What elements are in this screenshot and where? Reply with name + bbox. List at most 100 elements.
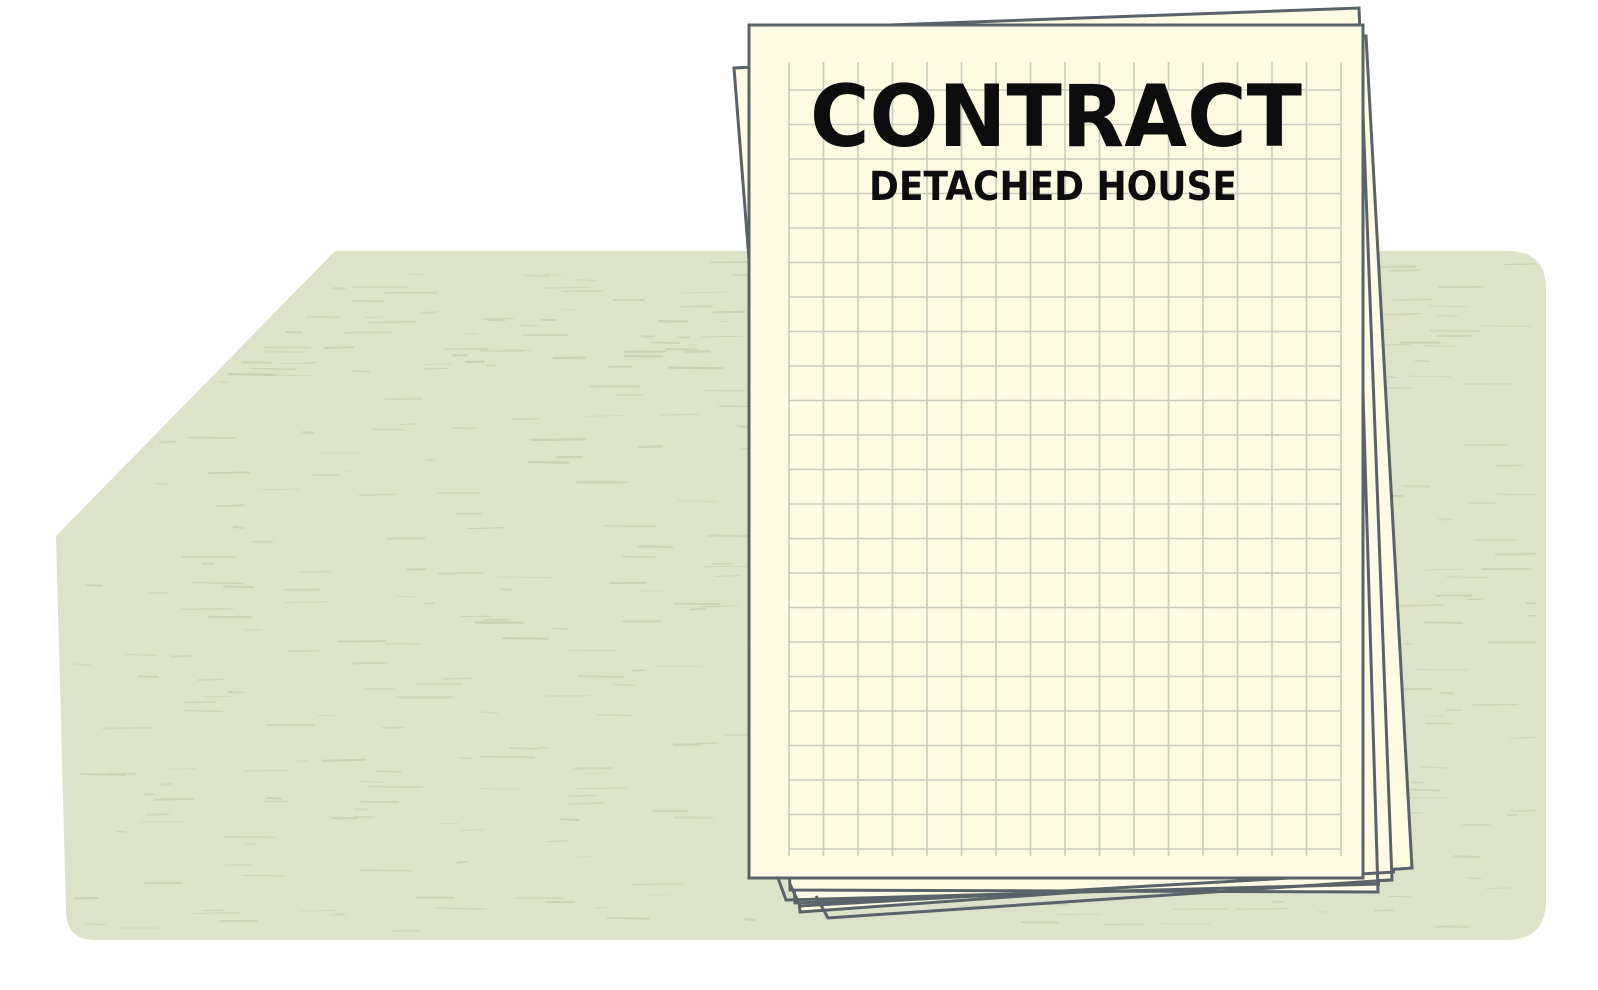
grain-stroke xyxy=(322,758,366,762)
illustration-scene: CONTRACT DETACHED HOUSE xyxy=(56,6,1546,940)
grain-stroke xyxy=(637,445,663,449)
grain-stroke xyxy=(573,278,597,282)
grain-stroke xyxy=(302,361,318,365)
grain-stroke xyxy=(456,860,468,864)
grain-stroke xyxy=(1411,781,1426,784)
grain-stroke xyxy=(1373,909,1395,912)
grain-stroke xyxy=(606,917,650,920)
grain-stroke xyxy=(330,912,346,917)
grain-stroke xyxy=(423,367,448,370)
grain-stroke xyxy=(358,869,412,872)
grain-stroke xyxy=(650,341,681,344)
grain-stroke xyxy=(714,574,741,578)
grain-stroke xyxy=(668,366,724,370)
grain-stroke xyxy=(501,637,550,640)
grain-stroke xyxy=(684,350,711,354)
grain-stroke xyxy=(568,794,596,797)
grain-stroke xyxy=(1317,910,1327,913)
grain-stroke xyxy=(284,601,329,603)
grain-stroke xyxy=(180,608,234,611)
grain-stroke xyxy=(486,318,506,322)
grain-stroke xyxy=(1391,298,1432,302)
grain-stroke xyxy=(652,809,689,813)
grain-stroke xyxy=(509,747,539,750)
grain-stroke xyxy=(1419,766,1450,769)
grain-stroke xyxy=(422,602,435,605)
grain-stroke xyxy=(353,808,368,811)
grain-stroke xyxy=(463,332,478,335)
grain-stroke xyxy=(158,440,177,444)
grain-stroke xyxy=(442,677,473,680)
grain-stroke xyxy=(299,909,335,912)
grain-stroke xyxy=(266,796,283,800)
grain-stroke xyxy=(707,534,755,538)
grain-stroke xyxy=(581,415,627,417)
grain-stroke xyxy=(673,602,721,606)
grain-stroke xyxy=(1503,263,1536,266)
grain-stroke xyxy=(202,695,233,698)
grain-stroke xyxy=(72,663,91,666)
grain-stroke xyxy=(497,576,551,579)
grain-stroke xyxy=(480,711,499,714)
grain-stroke xyxy=(1056,913,1101,916)
grain-stroke xyxy=(222,585,255,589)
grain-stroke xyxy=(522,274,551,278)
grain-stroke xyxy=(197,678,226,681)
grain-stroke xyxy=(744,918,756,922)
grain-stroke xyxy=(215,504,245,508)
grain-stroke xyxy=(596,714,633,717)
grain-stroke xyxy=(1387,895,1411,898)
grain-stroke xyxy=(458,757,472,759)
grain-stroke xyxy=(244,628,263,632)
grain-stroke xyxy=(182,701,216,704)
grain-stroke xyxy=(543,286,591,289)
grain-stroke xyxy=(305,315,341,319)
grain-stroke xyxy=(444,348,488,350)
grain-stroke xyxy=(145,813,170,816)
grain-stroke xyxy=(480,755,535,759)
grain-stroke xyxy=(519,324,537,327)
grain-stroke xyxy=(419,311,439,315)
grain-stroke xyxy=(343,331,392,334)
grain-stroke xyxy=(717,320,731,323)
grain-stroke xyxy=(1388,269,1422,272)
grain-stroke xyxy=(611,683,635,687)
paper-stack: CONTRACT DETACHED HOUSE xyxy=(732,6,1414,920)
grain-stroke xyxy=(153,797,195,801)
grain-stroke xyxy=(573,856,595,858)
grain-stroke xyxy=(1485,887,1514,890)
grain-stroke xyxy=(1496,464,1523,467)
grain-stroke xyxy=(660,413,699,416)
grain-stroke xyxy=(553,627,570,630)
grain-stroke xyxy=(84,584,103,587)
grain-stroke xyxy=(223,835,277,839)
grain-stroke xyxy=(530,438,586,442)
grain-stroke xyxy=(123,654,158,656)
grain-stroke xyxy=(1437,314,1458,317)
grain-stroke xyxy=(259,488,300,491)
grain-stroke xyxy=(528,460,571,464)
grain-stroke xyxy=(80,773,126,776)
grain-stroke xyxy=(459,829,484,832)
grain-stroke xyxy=(1390,604,1445,607)
grain-stroke xyxy=(631,669,645,672)
grain-stroke xyxy=(434,907,487,910)
grain-stroke xyxy=(560,818,580,822)
grain-stroke xyxy=(1429,329,1480,332)
grain-stroke xyxy=(567,801,604,806)
grain-stroke xyxy=(577,674,625,679)
grain-stroke xyxy=(631,882,684,886)
grain-stroke xyxy=(1422,345,1455,347)
grain-stroke xyxy=(1506,813,1519,817)
grain-stroke xyxy=(170,654,194,658)
grain-stroke xyxy=(284,330,303,334)
grain-stroke xyxy=(1235,908,1288,910)
grain-stroke xyxy=(263,374,313,377)
grain-stroke xyxy=(224,863,253,866)
grain-stroke xyxy=(621,555,656,559)
grain-stroke xyxy=(1494,552,1537,556)
grain-stroke xyxy=(301,431,315,434)
grain-stroke xyxy=(399,423,416,426)
grain-stroke xyxy=(192,911,240,915)
grain-stroke xyxy=(677,500,717,503)
